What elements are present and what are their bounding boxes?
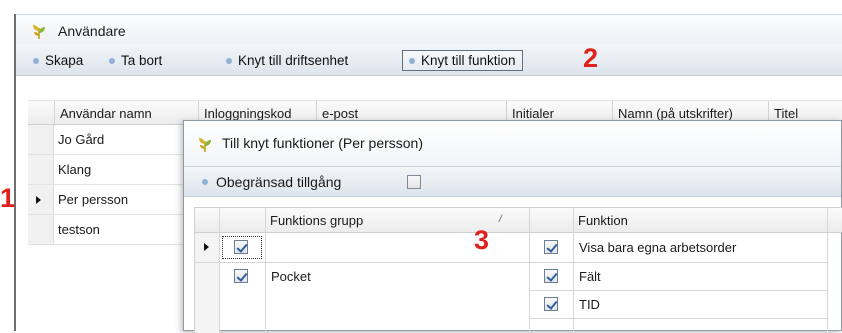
column-header-function-group[interactable]: Funktions grupp	[270, 213, 363, 228]
grid-line	[219, 208, 220, 333]
function-group-cell: Pocket	[271, 269, 311, 284]
app-leaf-icon	[199, 138, 211, 152]
grid-line	[529, 290, 827, 291]
link-unit-button[interactable]: Knyt till driftsenhet	[219, 50, 355, 71]
bullet-icon	[33, 58, 39, 64]
function-group-checkbox[interactable]	[234, 269, 248, 283]
column-divider	[54, 101, 55, 126]
column-header-login-code[interactable]: Inloggningskod	[204, 106, 291, 121]
column-header-email[interactable]: e-post	[322, 106, 358, 121]
username-cell: Per persson	[58, 192, 129, 207]
bullet-icon	[226, 58, 232, 64]
column-header-initials[interactable]: Initialer	[512, 106, 554, 121]
function-cell: TID	[579, 297, 600, 312]
row-selector[interactable]	[28, 215, 54, 244]
window-title: Användare	[58, 23, 126, 39]
function-group-checkbox[interactable]	[234, 240, 248, 254]
grid-line	[265, 208, 266, 333]
unrestricted-access-checkbox[interactable]	[407, 175, 421, 189]
delete-label: Ta bort	[121, 53, 163, 68]
function-checkbox[interactable]	[544, 240, 558, 254]
delete-button[interactable]: Ta bort	[102, 50, 169, 71]
unrestricted-access-label: Obegränsad tillgång	[216, 174, 342, 190]
functions-grid: Funktions grupp / Funktion Pocket Visa b…	[194, 207, 842, 333]
link-function-button[interactable]: Knyt till funktion	[402, 50, 523, 71]
row-selector[interactable]	[28, 155, 54, 184]
create-label: Skapa	[45, 53, 84, 68]
function-cell: Visa bara egna arbetsorder	[579, 240, 737, 255]
grid-line	[529, 262, 827, 263]
column-header-print-name[interactable]: Namn (på utskrifter)	[618, 106, 733, 121]
dialog-toolbar: Obegränsad tillgång	[184, 166, 841, 197]
bullet-icon	[202, 179, 208, 185]
window-titlebar: Användare	[16, 14, 842, 44]
link-functions-dialog: Till knyt funktioner (Per persson) Obegr…	[183, 120, 842, 333]
column-header-title[interactable]: Titel	[774, 106, 798, 121]
grid-line	[195, 262, 529, 263]
current-row-arrow-icon	[204, 243, 209, 251]
username-cell: testson	[58, 222, 100, 237]
link-function-label: Knyt till funktion	[421, 53, 516, 68]
username-cell: Jo Gård	[58, 132, 105, 147]
functions-grid-header: Funktions grupp / Funktion	[195, 208, 842, 233]
function-cell: Fält	[579, 269, 601, 284]
function-checkbox[interactable]	[544, 297, 558, 311]
dialog-titlebar: Till knyt funktioner (Per persson)	[184, 121, 841, 166]
row-selector[interactable]	[28, 125, 54, 154]
function-checkbox[interactable]	[544, 269, 558, 283]
bullet-icon	[409, 58, 415, 64]
dialog-title: Till knyt funktioner (Per persson)	[222, 135, 423, 151]
app-leaf-icon	[33, 25, 45, 39]
current-row-arrow-icon	[36, 196, 41, 204]
username-cell: Klang	[58, 162, 92, 177]
grid-line	[529, 208, 530, 333]
grid-line	[573, 208, 574, 333]
create-button[interactable]: Skapa	[26, 50, 90, 71]
column-header-function[interactable]: Funktion	[578, 213, 628, 228]
grid-line	[529, 318, 827, 319]
callout-three: 3	[474, 225, 490, 255]
grid-line	[827, 208, 828, 333]
column-header-username[interactable]: Användar namn	[60, 106, 152, 121]
callout-two: 2	[583, 43, 599, 73]
main-toolbar: Skapa Ta bort Knyt till driftsenhet Knyt…	[16, 43, 842, 76]
bullet-icon	[109, 58, 115, 64]
row-selector[interactable]	[28, 185, 54, 214]
sort-indicator-icon: /	[499, 214, 502, 225]
callout-one: 1	[0, 183, 16, 213]
link-unit-label: Knyt till driftsenhet	[238, 53, 349, 68]
